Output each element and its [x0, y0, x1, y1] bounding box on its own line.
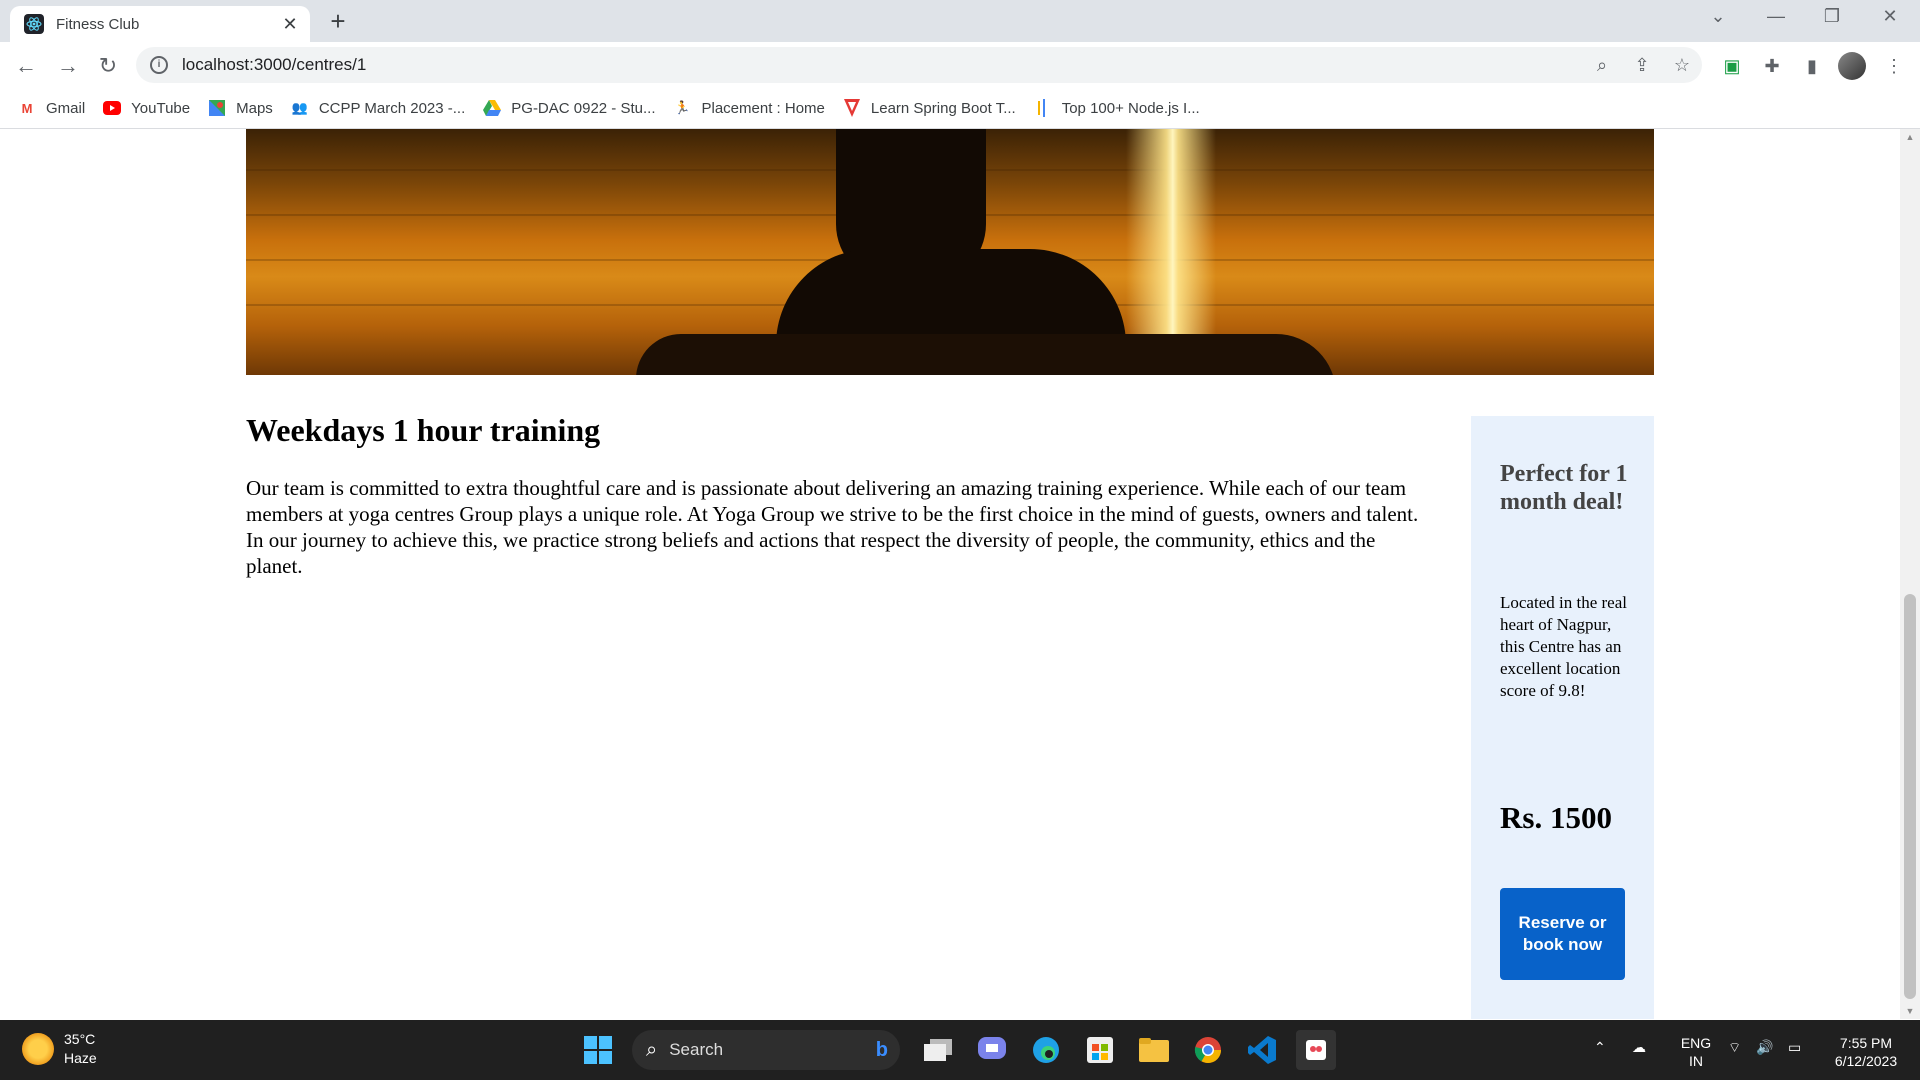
tab-search-chevron-icon[interactable]: ⌄	[1698, 6, 1738, 27]
weather-condition: Haze	[64, 1050, 97, 1066]
bookmark-label: PG-DAC 0922 - Stu...	[511, 99, 656, 117]
windows-taskbar: 35°C Haze ⌕ Search b ⌃ ☁ ENG IN ⌔ 🔊 ▭ 7:…	[0, 1020, 1920, 1080]
language-code: ENG	[1680, 1035, 1712, 1051]
youtube-icon	[103, 99, 122, 117]
site-info-icon[interactable]: i	[150, 56, 168, 74]
temperature: 35°C	[64, 1031, 96, 1047]
training-description: Our team is committed to extra thoughtfu…	[246, 476, 1419, 578]
teams-chat-icon[interactable]	[972, 1030, 1012, 1070]
taskbar-search[interactable]: ⌕ Search b	[632, 1030, 900, 1070]
bookmark-youtube[interactable]: YouTube	[103, 99, 190, 117]
clock[interactable]: 7:55 PM 6/12/2023	[1826, 1034, 1906, 1070]
side-panel-icon[interactable]: ▮	[1794, 50, 1830, 82]
bookmark-star-icon[interactable]: ☆	[1662, 55, 1702, 76]
snipping-tool-icon[interactable]	[1296, 1030, 1336, 1070]
tab-strip: Fitness Club ✕ + ⌄ — ❐ ✕	[0, 0, 1920, 42]
weather-widget[interactable]: 35°C Haze	[22, 1030, 97, 1068]
bookmark-placement[interactable]: 🏃 Placement : Home	[674, 99, 825, 117]
haze-sun-icon	[22, 1033, 54, 1065]
file-explorer-icon[interactable]	[1134, 1030, 1174, 1070]
task-view-icon[interactable]	[918, 1030, 958, 1070]
bookmark-ccpp[interactable]: 👥 CCPP March 2023 -...	[291, 99, 466, 117]
region-code: IN	[1689, 1053, 1703, 1069]
tab-title: Fitness Club	[56, 15, 140, 33]
section-title: Weekdays 1 hour training	[246, 412, 601, 448]
bookmark-label: Gmail	[46, 99, 86, 117]
deal-title: Perfect for 1 month deal!	[1500, 461, 1628, 515]
close-window-button[interactable]: ✕	[1870, 6, 1910, 27]
bookmarks-bar: M Gmail YouTube Maps 👥 CCPP March 2023 -…	[0, 88, 1920, 129]
reserve-button[interactable]: Reserve or book now	[1500, 888, 1625, 980]
battery-icon[interactable]: ▭	[1788, 1038, 1801, 1056]
react-favicon-icon	[24, 14, 44, 34]
bookmark-gmail[interactable]: M Gmail	[18, 99, 86, 117]
profile-avatar[interactable]	[1838, 52, 1866, 80]
minimize-button[interactable]: —	[1756, 6, 1796, 27]
bookmark-spring-boot[interactable]: Learn Spring Boot T...	[843, 99, 1016, 117]
back-arrow-icon[interactable]: ←	[10, 50, 42, 82]
bookmark-label: Top 100+ Node.js I...	[1061, 99, 1200, 117]
page-viewport: Weekdays 1 hour training Our team is com…	[0, 129, 1900, 1019]
bookmark-label: YouTube	[131, 99, 191, 117]
extensions-puzzle-icon[interactable]: ✚	[1754, 50, 1790, 82]
bars-icon	[1034, 99, 1052, 117]
reload-icon[interactable]: ↻	[92, 50, 124, 82]
share-icon[interactable]: ⇪	[1622, 55, 1662, 76]
deal-price: Rs. 1500	[1500, 800, 1612, 835]
zoom-icon[interactable]: ⌕	[1582, 55, 1622, 76]
runner-icon: 🏃	[674, 100, 691, 115]
gmail-icon: M	[21, 100, 33, 116]
maps-icon	[208, 99, 226, 117]
search-label: Search	[669, 1040, 724, 1059]
page-scrollbar[interactable]: ▲ ▼	[1900, 129, 1920, 1019]
clock-time: 7:55 PM	[1839, 1035, 1893, 1051]
bookmark-label: Maps	[236, 99, 273, 117]
training-details: Weekdays 1 hour training Our team is com…	[246, 412, 1436, 579]
scroll-up-arrow-icon[interactable]: ▲	[1900, 129, 1920, 145]
deal-card: Perfect for 1 month deal! Located in the…	[1471, 416, 1654, 1019]
scrollbar-thumb[interactable]	[1904, 594, 1916, 999]
url-text[interactable]: localhost:3000/centres/1	[182, 55, 1582, 75]
search-icon: ⌕	[646, 1038, 658, 1061]
browser-toolbar: ← → ↻ i localhost:3000/centres/1 ⌕ ⇪ ☆ ▣…	[0, 42, 1920, 88]
people-icon: 👥	[291, 100, 308, 115]
clock-date: 6/12/2023	[1834, 1053, 1898, 1069]
onedrive-cloud-icon[interactable]: ☁	[1632, 1038, 1646, 1056]
volume-icon[interactable]: 🔊	[1756, 1038, 1773, 1056]
edge-browser-icon[interactable]	[1026, 1030, 1066, 1070]
bookmark-label: CCPP March 2023 -...	[318, 99, 466, 117]
show-hidden-icons-chevron[interactable]: ⌃	[1594, 1038, 1606, 1056]
browser-tab[interactable]: Fitness Club ✕	[10, 6, 310, 42]
scroll-down-arrow-icon[interactable]: ▼	[1900, 1003, 1920, 1019]
windows-start-icon[interactable]	[578, 1030, 618, 1070]
forward-arrow-icon[interactable]: →	[52, 50, 84, 82]
bookmark-nodejs[interactable]: Top 100+ Node.js I...	[1034, 99, 1200, 117]
extension-robot-icon[interactable]: ▣	[1714, 50, 1750, 82]
bookmark-maps[interactable]: Maps	[208, 99, 273, 117]
microsoft-store-icon[interactable]	[1080, 1030, 1120, 1070]
drive-icon	[483, 99, 502, 117]
vscode-icon[interactable]	[1242, 1030, 1282, 1070]
address-bar[interactable]: i localhost:3000/centres/1 ⌕ ⇪ ☆	[136, 47, 1702, 83]
restore-button[interactable]: ❐	[1812, 6, 1852, 27]
menu-kebab-icon[interactable]: ⋮	[1876, 50, 1912, 82]
tutorial-icon	[843, 99, 861, 117]
tab-close-icon[interactable]: ✕	[276, 14, 304, 35]
bookmark-label: Placement : Home	[701, 99, 825, 117]
bing-icon[interactable]: b	[876, 1039, 888, 1062]
wifi-icon[interactable]: ⌔	[1728, 1038, 1741, 1056]
chrome-icon[interactable]	[1188, 1030, 1228, 1070]
deal-description: Located in the real heart of Nagpur, thi…	[1500, 593, 1627, 700]
bookmark-pg-dac[interactable]: PG-DAC 0922 - Stu...	[483, 99, 656, 117]
yoga-sunset-hero-image	[246, 129, 1654, 375]
bookmark-label: Learn Spring Boot T...	[870, 99, 1016, 117]
new-tab-button[interactable]: +	[322, 6, 354, 37]
language-indicator[interactable]: ENG IN	[1676, 1034, 1716, 1070]
